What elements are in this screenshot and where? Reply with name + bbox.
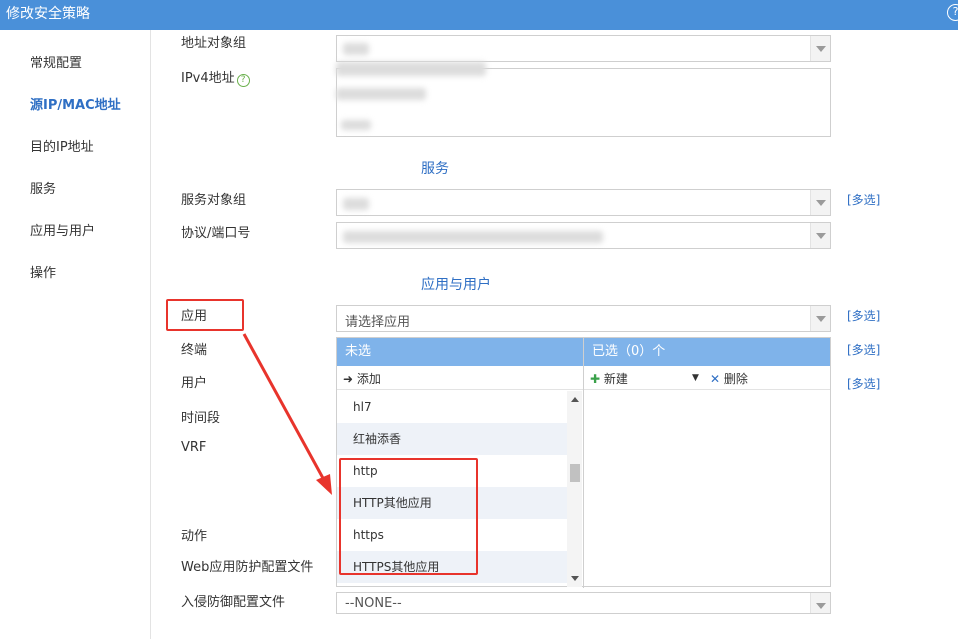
annotation-arrow-line: [242, 333, 326, 481]
annotation-arrow-head: [316, 474, 332, 495]
annotation-arrow: [242, 333, 332, 495]
